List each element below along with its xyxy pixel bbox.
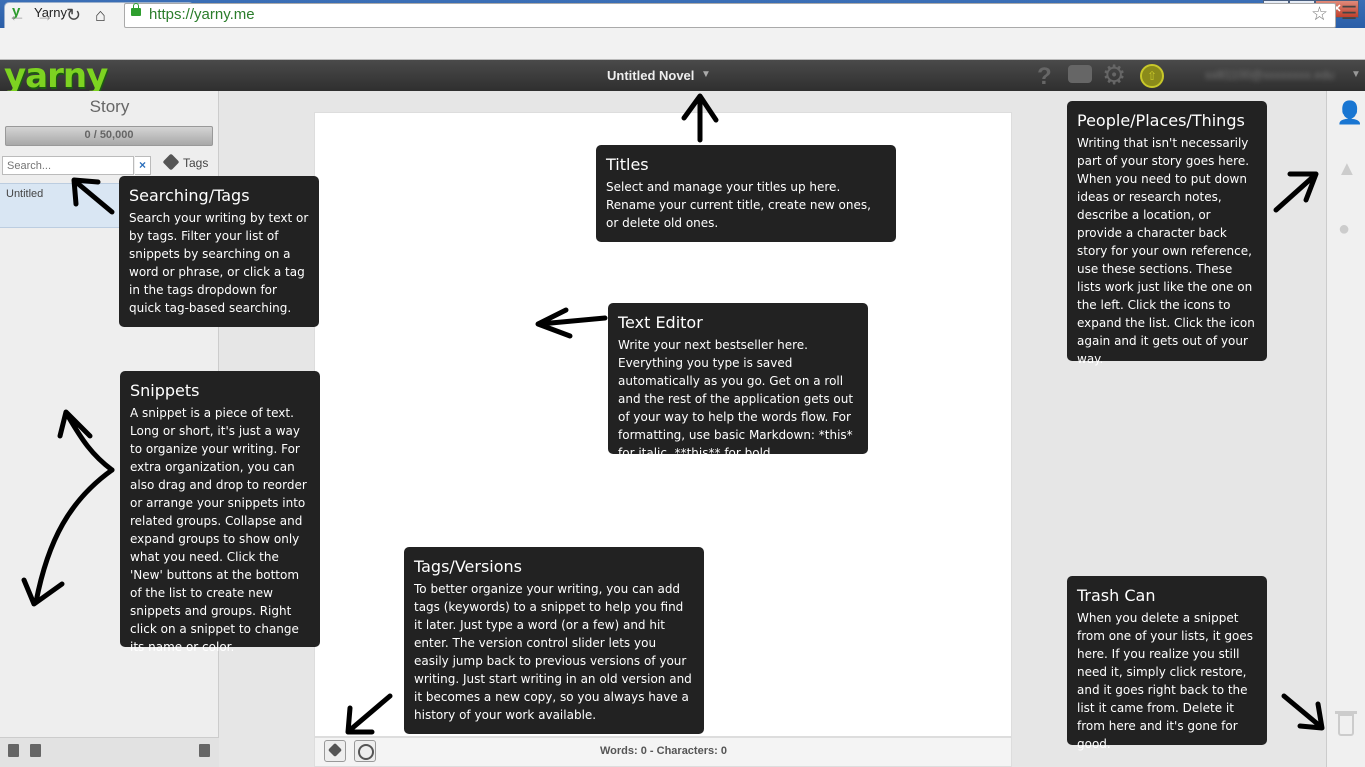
arrow-to-tag-button — [345, 693, 393, 735]
arrow-to-trash — [1281, 693, 1325, 731]
arrow-snippets-up — [57, 409, 115, 473]
arrow-to-title — [681, 93, 719, 143]
annotation-arrows — [21, 93, 1325, 735]
arrow-snippets-down — [21, 467, 115, 607]
arrow-to-reference-rail — [1273, 171, 1319, 213]
arrow-to-search — [71, 177, 115, 215]
arrow-to-editor — [535, 307, 608, 339]
